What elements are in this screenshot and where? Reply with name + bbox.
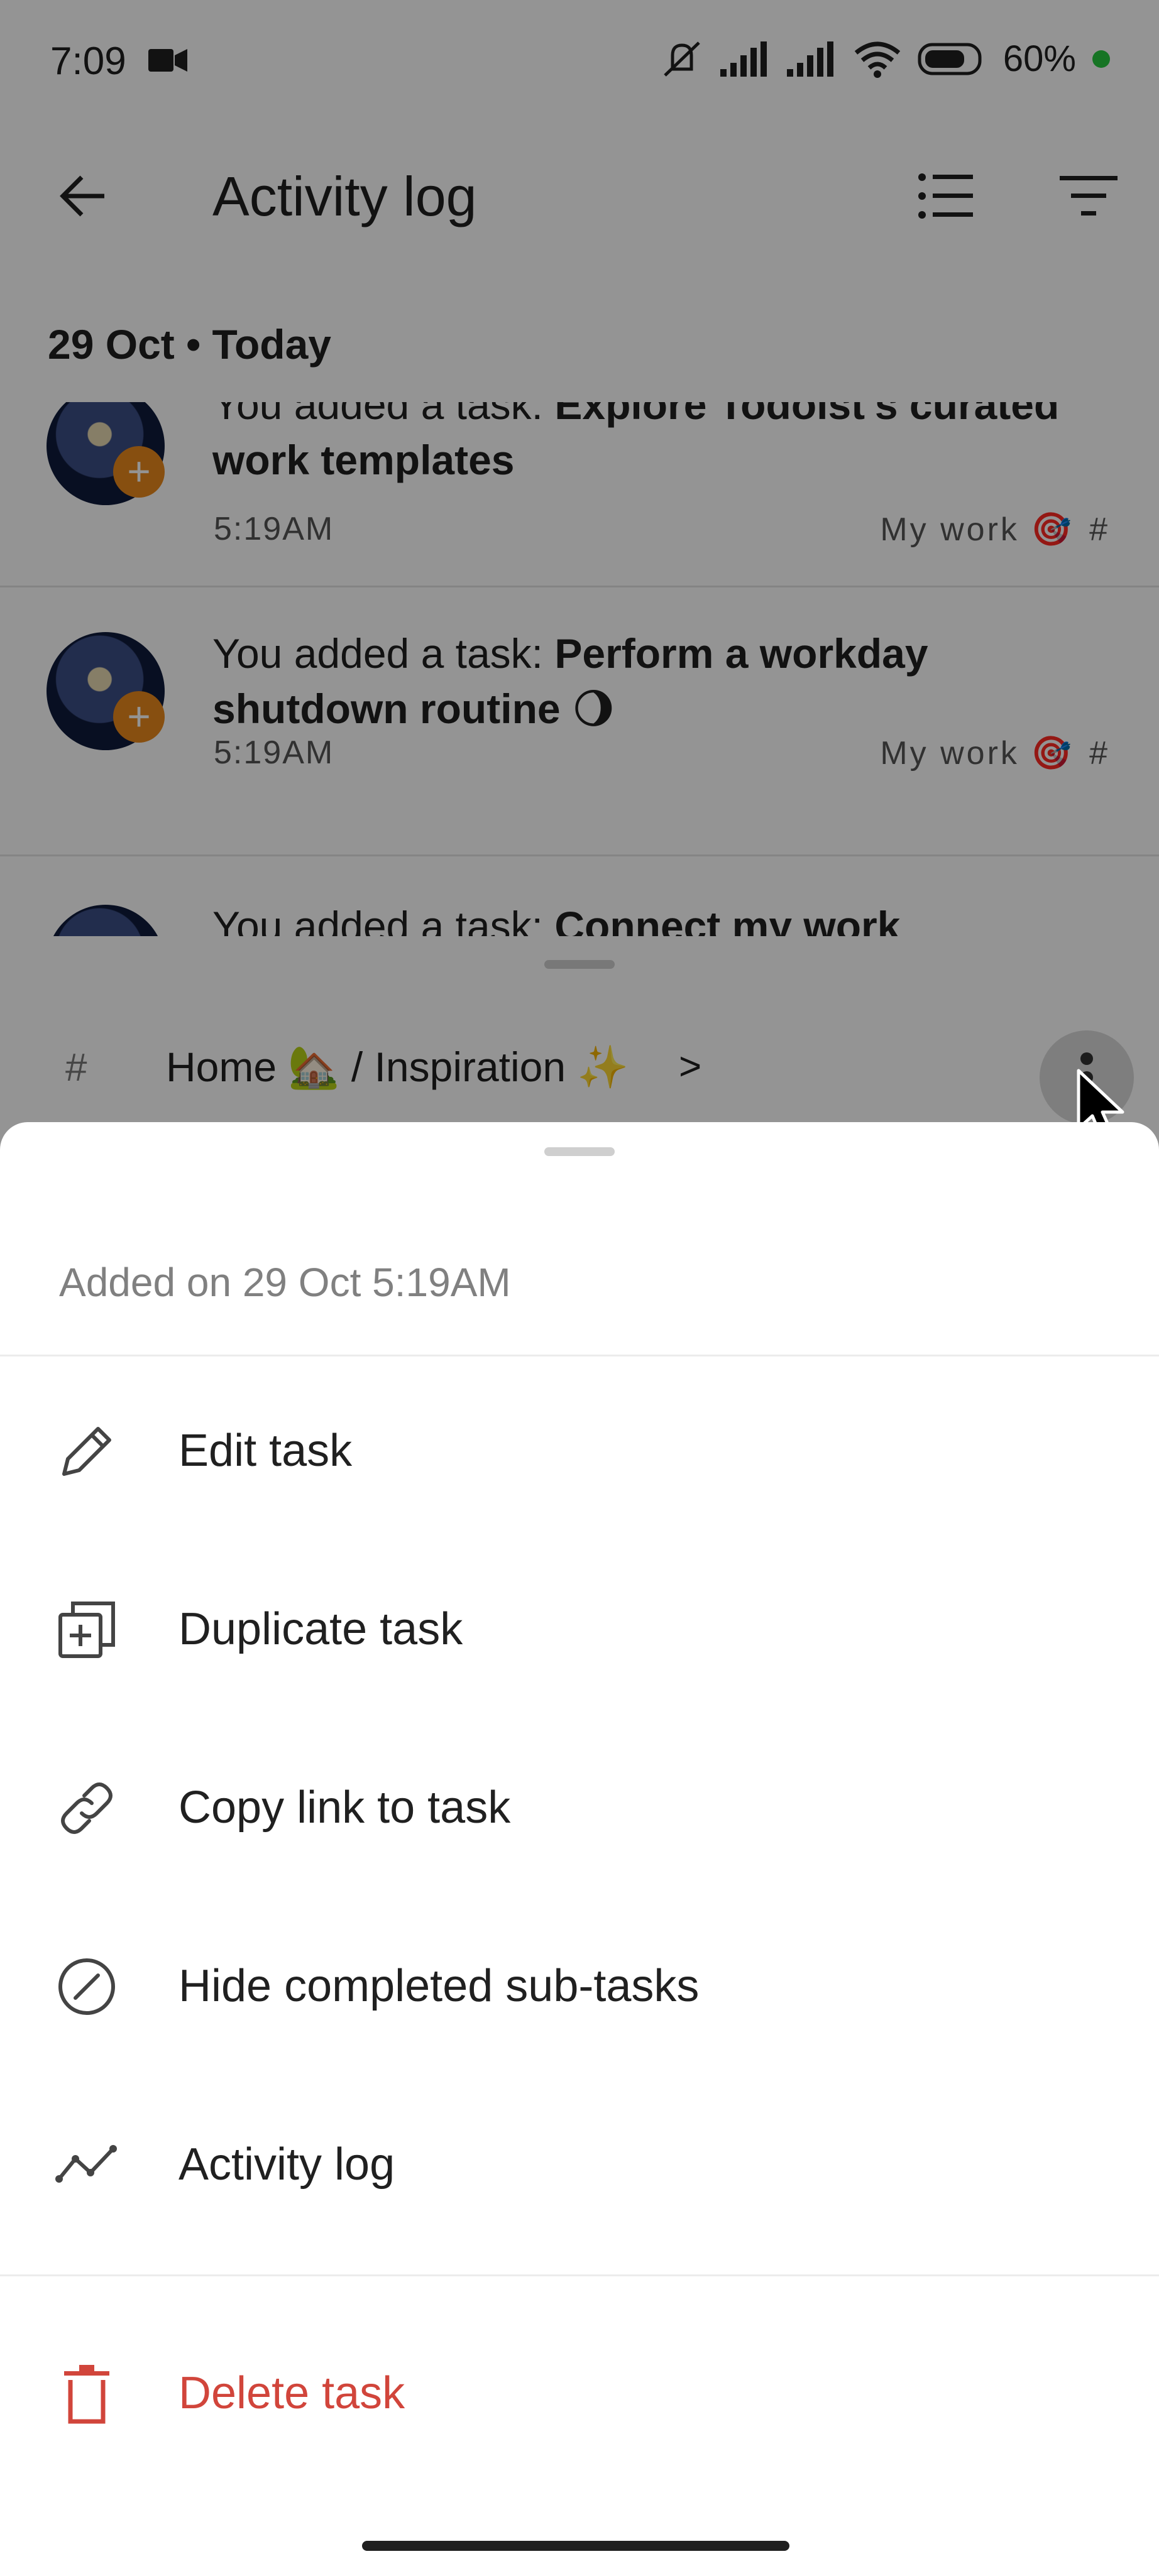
menu-label: Delete task: [179, 2368, 405, 2418]
pencil-icon: [62, 1427, 111, 1476]
divider: [0, 2274, 1159, 2276]
duplicate-task-button[interactable]: Duplicate task: [0, 1547, 1159, 1710]
hide-completed-subtasks-button[interactable]: Hide completed sub-tasks: [0, 1904, 1159, 2067]
menu-label: Copy link to task: [179, 1782, 511, 1833]
drag-handle[interactable]: [544, 1147, 615, 1156]
added-on-label: Added on 29 Oct 5:19AM: [59, 1260, 511, 1305]
menu-label: Hide completed sub-tasks: [179, 1961, 700, 2011]
menu-label: Activity log: [179, 2139, 395, 2190]
menu-label: Edit task: [179, 1426, 353, 1476]
activity-icon: [55, 2145, 117, 2183]
link-icon: [61, 1782, 113, 1834]
duplicate-icon: [58, 1602, 115, 1658]
activity-log-button[interactable]: Activity log: [0, 2082, 1159, 2246]
home-indicator[interactable]: [362, 2541, 789, 2551]
trash-icon: [64, 2365, 109, 2424]
hide-icon: [58, 1958, 115, 2015]
menu-label: Duplicate task: [179, 1604, 463, 1654]
delete-task-button[interactable]: Delete task: [0, 2311, 1159, 2474]
divider: [0, 1355, 1159, 1356]
copy-link-button[interactable]: Copy link to task: [0, 1725, 1159, 1889]
edit-task-button[interactable]: Edit task: [0, 1368, 1159, 1532]
